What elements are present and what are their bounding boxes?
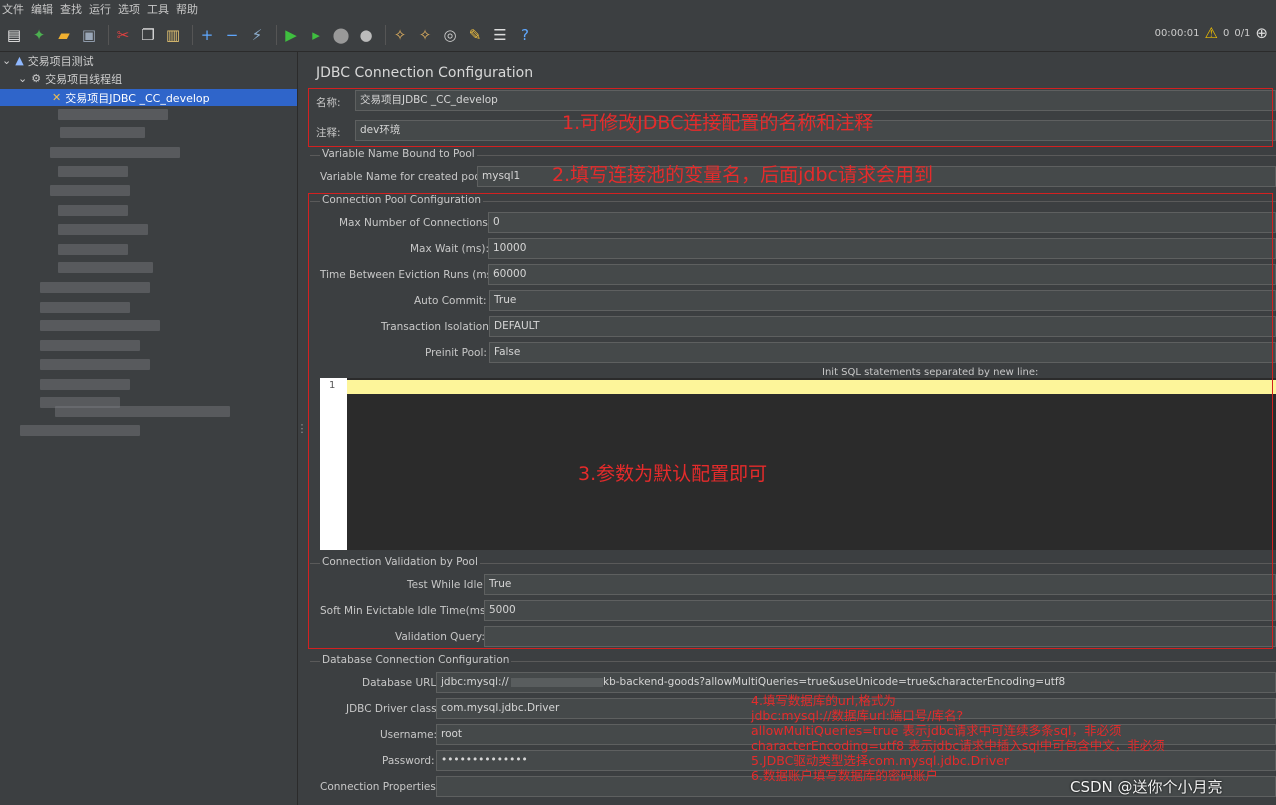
blurred-tree-item — [20, 425, 140, 436]
annotation-4-line: characterEncoding=utf8 表示jdbc请求中插入sql中可包… — [751, 738, 1165, 753]
annotation-box-pool — [308, 193, 1273, 649]
var-name-label: Variable Name for created pool: — [320, 171, 488, 183]
blurred-tree-item — [40, 359, 150, 370]
new-icon[interactable]: ▤ — [4, 25, 24, 45]
toolbar-status: 00:00:01 ⚠ 0 0/1 ⊕ — [1155, 24, 1268, 42]
db-url-field[interactable]: jdbc:mysql:// kb-backend-goods?allowMult… — [436, 672, 1276, 693]
copy-icon[interactable]: ❐ — [138, 25, 158, 45]
menu-run[interactable]: 运行 — [89, 1, 111, 17]
toggle-icon[interactable]: ⚡ — [247, 25, 267, 45]
menu-help[interactable]: 帮助 — [176, 1, 198, 17]
db-group-title: Database Connection Configuration — [320, 654, 512, 666]
toolbar: ▤ ✦ ▰ ▣ ✂ ❐ ▥ + − ⚡ ▶ ▸ ⬤ ● ✧ ✧ ◎ ✎ ☰ ? — [0, 18, 1276, 52]
toolbar-divider — [108, 24, 109, 45]
menu-options[interactable]: 选项 — [118, 1, 140, 17]
blurred-tree-item — [58, 205, 128, 216]
thread-count: 0/1 — [1234, 27, 1251, 39]
elapsed-timer: 00:00:01 — [1154, 27, 1200, 39]
warning-icon[interactable]: ⚠ — [1205, 24, 1218, 42]
start-icon[interactable]: ▶ — [281, 25, 301, 45]
tree-thread-group-label: 交易项目线程组 — [45, 72, 123, 86]
save-icon[interactable]: ▣ — [79, 25, 99, 45]
driver-label: JDBC Driver class: — [346, 703, 441, 715]
jdbc-config-panel: JDBC Connection Configuration 名称: 交易项目JD… — [306, 52, 1276, 805]
page-title: JDBC Connection Configuration — [316, 65, 534, 81]
menu-bar: 文件 编辑 查找 运行 选项 工具 帮助 — [0, 0, 1276, 18]
start-no-pause-icon[interactable]: ▸ — [306, 25, 326, 45]
cut-icon[interactable]: ✂ — [113, 25, 133, 45]
annotation-4-line: 4.填写数据库的url,格式为 — [751, 693, 896, 708]
blurred-tree-item — [58, 244, 128, 255]
gear-icon: ⚙ — [31, 72, 42, 85]
tree-item-selected[interactable]: ✕ 交易项目JDBC _CC_develop — [0, 89, 297, 106]
blurred-tree-item — [50, 147, 180, 158]
help-icon[interactable]: ? — [515, 25, 535, 45]
annotation-4: 4.填写数据库的url,格式为 jdbc:mysql://数据库url:端口号/… — [751, 693, 1165, 783]
props-label: Connection Properties: — [320, 781, 440, 793]
blurred-tree-item — [58, 109, 168, 120]
wrench-icon: ✕ — [52, 91, 62, 104]
reset-search-icon[interactable]: ✎ — [465, 25, 485, 45]
clear-icon[interactable]: ✧ — [390, 25, 410, 45]
db-url-prefix: jdbc:mysql:// — [441, 676, 509, 688]
blurred-tree-item — [40, 302, 130, 313]
tree-item-selected-label: 交易项目JDBC _CC_develop — [65, 91, 210, 105]
username-label: Username: — [380, 729, 438, 741]
blurred-tree-item — [58, 166, 128, 177]
blurred-tree-item — [58, 224, 148, 235]
toolbar-divider — [385, 24, 386, 45]
blurred-tree-item — [40, 320, 160, 331]
menu-edit[interactable]: 编辑 — [31, 1, 53, 17]
blurred-tree-item — [60, 127, 145, 138]
chevron-down-icon[interactable]: ⌄ — [2, 54, 11, 67]
db-url-redacted — [511, 678, 603, 687]
menu-file[interactable]: 文件 — [2, 1, 24, 17]
tree-thread-group[interactable]: ⌄ ⚙ 交易项目线程组 — [18, 70, 122, 87]
tree-root[interactable]: ⌄ ▲ 交易项目测试 — [2, 52, 94, 69]
watermark: CSDN @送你个小月亮 — [1070, 778, 1223, 796]
annotation-3: 3.参数为默认配置即可 — [578, 463, 768, 485]
open-icon[interactable]: ▰ — [54, 25, 74, 45]
chevron-down-icon[interactable]: ⌄ — [18, 72, 27, 85]
templates-icon[interactable]: ✦ — [29, 25, 49, 45]
blurred-tree-item — [50, 185, 130, 196]
menu-tools[interactable]: 工具 — [147, 1, 169, 17]
warning-count: 0 — [1222, 27, 1230, 39]
annotation-4-line: 5.JDBC驱动类型选择com.mysql.jdbc.Driver — [751, 753, 1010, 768]
var-group-title: Variable Name Bound to Pool — [320, 148, 477, 160]
menu-search[interactable]: 查找 — [60, 1, 82, 17]
clear-all-icon[interactable]: ✧ — [415, 25, 435, 45]
collapse-icon[interactable]: − — [222, 25, 242, 45]
expand-icon[interactable]: + — [197, 25, 217, 45]
split-handle[interactable]: ⋮ — [297, 52, 308, 805]
db-url-tail: kb-backend-goods?allowMultiQueries=true&… — [603, 676, 1066, 688]
blurred-tree-item — [58, 262, 153, 273]
blurred-tree-item — [40, 379, 130, 390]
test-plan-tree: ⌄ ▲ 交易项目测试 ⌄ ⚙ 交易项目线程组 ✕ 交易项目JDBC _CC_de… — [0, 52, 298, 805]
testplan-icon: ▲ — [15, 54, 24, 67]
remote-icon[interactable]: ⊕ — [1255, 24, 1268, 42]
search-icon[interactable]: ◎ — [440, 25, 460, 45]
function-helper-icon[interactable]: ☰ — [490, 25, 510, 45]
annotation-1: 1.可修改JDBC连接配置的名称和注释 — [562, 112, 874, 134]
stop-icon[interactable]: ⬤ — [331, 25, 351, 45]
blurred-tree-item — [55, 406, 230, 417]
shutdown-icon[interactable]: ● — [356, 25, 376, 45]
paste-icon[interactable]: ▥ — [163, 25, 183, 45]
toolbar-divider — [192, 24, 193, 45]
annotation-2: 2.填写连接池的变量名，后面jdbc请求会用到 — [552, 164, 933, 186]
annotation-4-line: allowMultiQueries=true 表示jdbc请求中可连续多条sql… — [751, 723, 1122, 738]
blurred-tree-item — [40, 282, 150, 293]
toolbar-divider — [276, 24, 277, 45]
tree-root-label: 交易项目测试 — [27, 54, 94, 68]
blurred-tree-item — [40, 340, 140, 351]
annotation-4-line: jdbc:mysql://数据库url:端口号/库名? — [751, 708, 964, 723]
password-label: Password: — [382, 755, 435, 767]
db-url-label: Database URL: — [362, 677, 440, 689]
